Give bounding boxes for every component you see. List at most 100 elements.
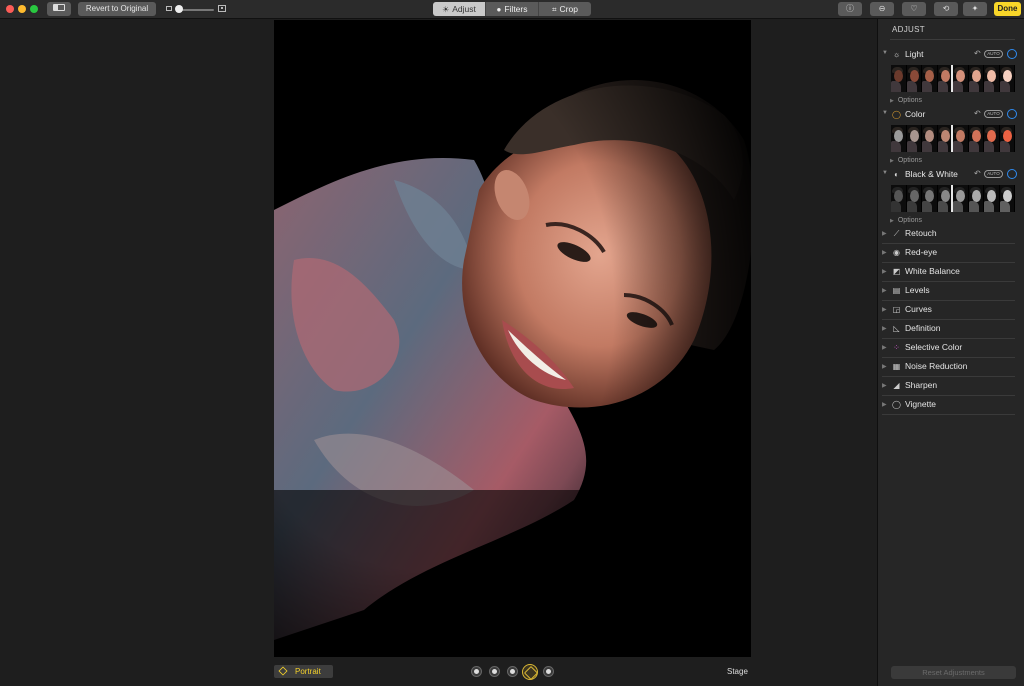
sidebar-title: ADJUST bbox=[892, 25, 925, 34]
zoom-out-icon bbox=[166, 6, 172, 11]
auto-button[interactable]: AUTO bbox=[984, 170, 1003, 178]
thumbnail-frame bbox=[922, 125, 938, 152]
disclosure-triangle-icon: ▶ bbox=[890, 98, 894, 104]
light-options[interactable]: ▶ Options bbox=[890, 97, 922, 104]
heart-icon: ♡ bbox=[910, 4, 918, 13]
eye-icon: ◉ bbox=[893, 248, 900, 257]
section-light-label: Light bbox=[905, 49, 924, 59]
revert-to-original-button[interactable]: Revert to Original bbox=[78, 2, 156, 16]
color-circle-icon: ◯ bbox=[892, 110, 901, 119]
undo-icon[interactable]: ↶ bbox=[974, 49, 981, 58]
adjustment-sharpen[interactable]: ▶ ◢ Sharpen bbox=[882, 377, 1015, 396]
natural-light-button[interactable] bbox=[471, 666, 482, 677]
window-minimize-button[interactable] bbox=[18, 5, 26, 13]
adjustment-levels[interactable]: ▶ ▤ Levels bbox=[882, 282, 1015, 301]
toggle-ring-icon[interactable] bbox=[1007, 169, 1017, 179]
undo-icon[interactable]: ↶ bbox=[974, 109, 981, 118]
adjustment-vignette[interactable]: ▶ ◯ Vignette bbox=[882, 396, 1015, 415]
sidebar-toggle-button[interactable] bbox=[47, 2, 71, 16]
black-white-options[interactable]: ▶ Options bbox=[890, 217, 922, 224]
thumbnail-frame bbox=[999, 65, 1015, 92]
adjustment-selective-color[interactable]: ▶ ⁘ Selective Color bbox=[882, 339, 1015, 358]
selective-color-icon: ⁘ bbox=[893, 343, 900, 352]
adjustment-retouch[interactable]: ▶ ⟋ Retouch bbox=[882, 225, 1015, 244]
color-thumbnail-strip[interactable] bbox=[891, 125, 1015, 152]
adjust-sidebar: ADJUST ▼ ☼ Light ↶ AUTO ▶ Options ▼ ◯ Col… bbox=[877, 19, 1024, 686]
zoom-slider-thumb[interactable] bbox=[175, 5, 183, 13]
tab-filters[interactable]: ● Filters bbox=[486, 2, 539, 16]
section-light-header[interactable]: ▼ ☼ Light ↶ AUTO bbox=[882, 49, 1022, 61]
done-button[interactable]: Done bbox=[994, 2, 1021, 16]
disclosure-triangle-icon: ▼ bbox=[882, 50, 888, 56]
adjustment-red-eye[interactable]: ▶ ◉ Red-eye bbox=[882, 244, 1015, 263]
filters-icon: ● bbox=[496, 5, 502, 14]
sidebar-icon bbox=[53, 4, 65, 12]
options-label: Options bbox=[897, 97, 922, 104]
adjustment-definition[interactable]: ▶ ◺ Definition bbox=[882, 320, 1015, 339]
auto-button[interactable]: AUTO bbox=[984, 110, 1003, 118]
black-white-thumbnail-strip[interactable] bbox=[891, 185, 1015, 212]
adjustment-noise-reduction[interactable]: ▶ ▦ Noise Reduction bbox=[882, 358, 1015, 377]
thumbnail-frame bbox=[953, 65, 969, 92]
section-black-white-label: Black & White bbox=[905, 169, 958, 179]
portrait-button[interactable]: Portrait bbox=[274, 665, 333, 678]
toggle-ring-icon[interactable] bbox=[1007, 49, 1017, 59]
adjustment-label: Sharpen bbox=[905, 380, 938, 390]
stage-light-button[interactable] bbox=[522, 664, 538, 680]
thumbnail-frame bbox=[891, 125, 907, 152]
thumbnail-frame bbox=[891, 65, 907, 92]
more-button[interactable]: ⊖ bbox=[870, 2, 894, 16]
strip-slider-marker[interactable] bbox=[951, 185, 953, 212]
sun-icon: ☼ bbox=[892, 50, 901, 59]
cube-icon bbox=[278, 666, 288, 676]
sharpen-icon: ◢ bbox=[893, 381, 900, 390]
undo-icon[interactable]: ↶ bbox=[974, 169, 981, 178]
light-thumbnail-strip[interactable] bbox=[891, 65, 1015, 92]
rotate-icon: ⟲ bbox=[942, 4, 950, 13]
disclosure-triangle-icon: ▶ bbox=[882, 231, 887, 237]
info-button[interactable]: ⓘ bbox=[838, 2, 862, 16]
thumbnail-frame bbox=[968, 185, 984, 212]
disclosure-triangle-icon: ▶ bbox=[882, 307, 887, 313]
contour-light-button[interactable] bbox=[507, 666, 518, 677]
adjustment-white-balance[interactable]: ▶ ◩ White Balance bbox=[882, 263, 1015, 282]
thumbnail-frame bbox=[906, 185, 922, 212]
info-icon: ⓘ bbox=[846, 4, 854, 13]
toggle-ring-icon[interactable] bbox=[1007, 109, 1017, 119]
levels-icon: ▤ bbox=[892, 286, 901, 295]
tab-crop[interactable]: ⌗ Crop bbox=[539, 2, 591, 16]
disclosure-triangle-icon: ▶ bbox=[882, 345, 887, 351]
noise-reduction-icon: ▦ bbox=[892, 362, 901, 371]
rotate-button[interactable]: ⟲ bbox=[934, 2, 958, 16]
portrait-photo bbox=[274, 20, 751, 657]
tab-adjust[interactable]: ☀ Adjust bbox=[433, 2, 486, 16]
divider bbox=[890, 39, 1015, 40]
thumbnail-frame bbox=[984, 185, 1000, 212]
window-zoom-button[interactable] bbox=[30, 5, 38, 13]
section-color-header[interactable]: ▼ ◯ Color ↶ AUTO bbox=[882, 109, 1022, 121]
thumbnail-frame bbox=[999, 185, 1015, 212]
strip-slider-marker[interactable] bbox=[951, 65, 953, 92]
thumbnail-frame bbox=[953, 185, 969, 212]
adjustment-curves[interactable]: ▶ ◲ Curves bbox=[882, 301, 1015, 320]
reset-adjustments-button[interactable]: Reset Adjustments bbox=[891, 666, 1016, 679]
thumbnail-frame bbox=[906, 125, 922, 152]
window-close-button[interactable] bbox=[6, 5, 14, 13]
thumbnail-frame bbox=[922, 65, 938, 92]
magic-wand-icon: ✦ bbox=[971, 4, 979, 13]
stage-light-mono-button[interactable] bbox=[543, 666, 554, 677]
auto-button[interactable]: AUTO bbox=[984, 50, 1003, 58]
vignette-icon: ◯ bbox=[892, 400, 901, 409]
strip-slider-marker[interactable] bbox=[951, 125, 953, 152]
section-black-white-header[interactable]: ▼ ◐ Black & White ↶ AUTO bbox=[882, 169, 1022, 181]
studio-light-button[interactable] bbox=[489, 666, 500, 677]
photo[interactable] bbox=[274, 20, 751, 657]
auto-enhance-button[interactable]: ✦ bbox=[963, 2, 987, 16]
color-options[interactable]: ▶ Options bbox=[890, 157, 922, 164]
disclosure-triangle-icon: ▶ bbox=[882, 250, 887, 256]
white-balance-icon: ◩ bbox=[892, 267, 901, 276]
more-icon: ⊖ bbox=[878, 4, 886, 13]
zoom-in-icon bbox=[218, 5, 226, 12]
favorite-button[interactable]: ♡ bbox=[902, 2, 926, 16]
half-circle-icon: ◐ bbox=[894, 170, 899, 179]
